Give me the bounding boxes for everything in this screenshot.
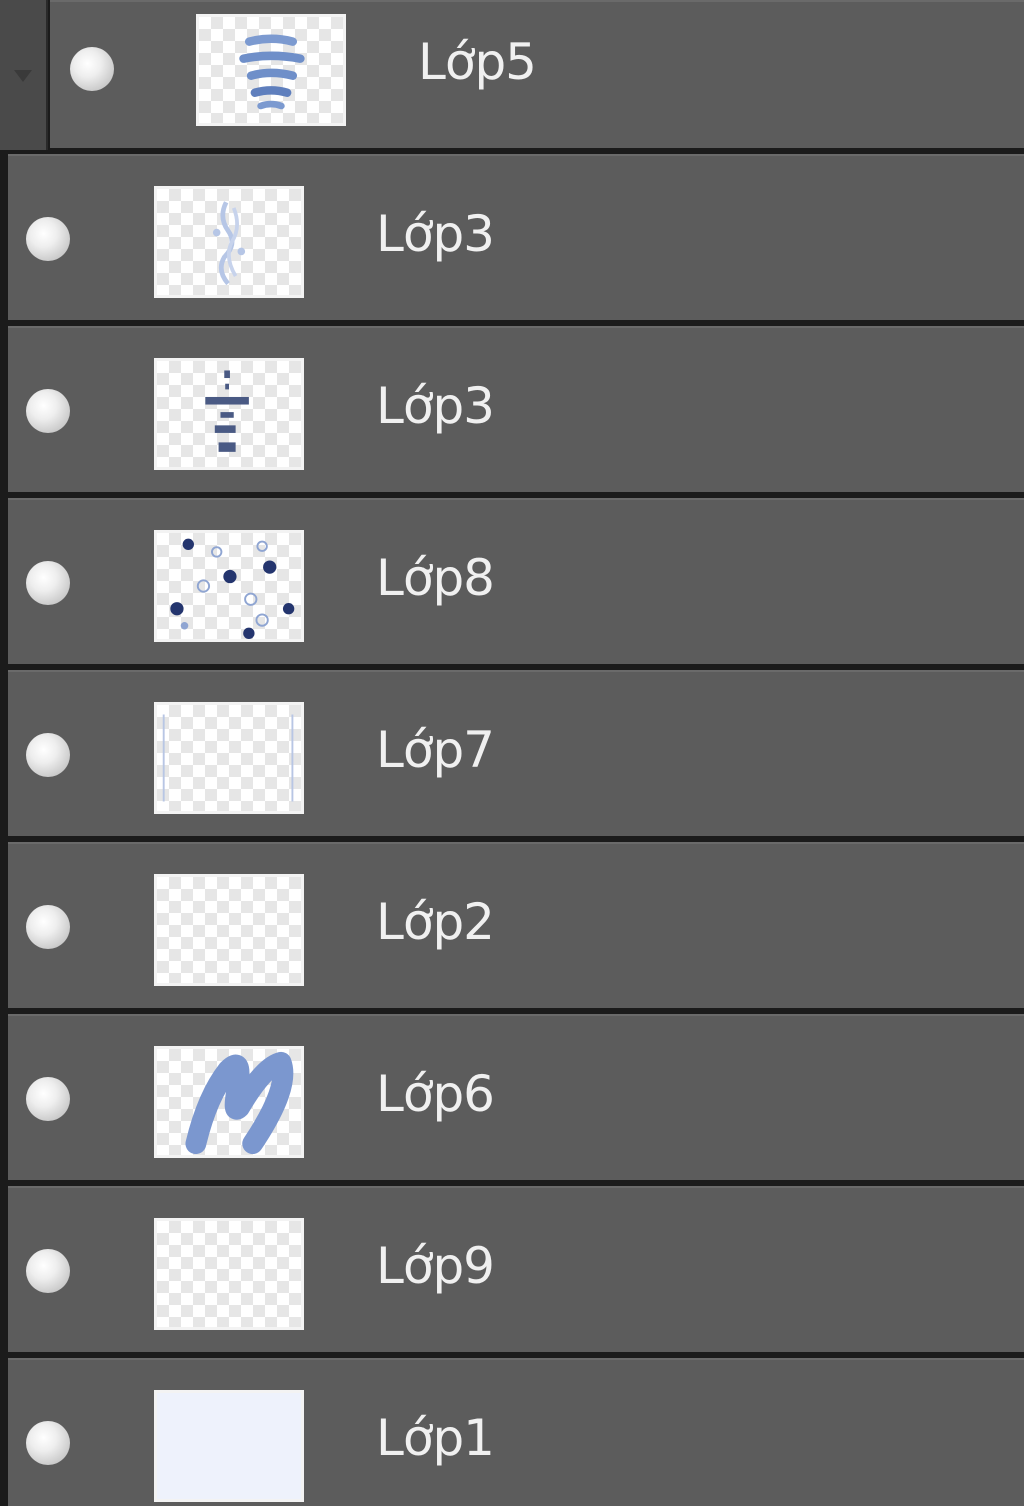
layer-row-lop3[interactable]: Lớp3 [8,154,1024,320]
layer-name[interactable]: Lớp8 [376,548,495,608]
layer-thumbnail [154,186,304,298]
layer-name[interactable]: Lớp5 [418,32,537,92]
visibility-eye-icon[interactable] [70,47,114,91]
layer-thumbnail [154,702,304,814]
collapse-arrow-icon[interactable] [14,70,32,82]
layer-row-lop3-b[interactable]: Lớp3 [8,326,1024,492]
visibility-eye-icon[interactable] [26,389,70,433]
blue-n-stroke-thumb [185,1051,294,1155]
layer-name[interactable]: Lớp9 [376,1236,495,1296]
stacked-blue-strokes-thumb [239,34,305,110]
visibility-eye-icon[interactable] [26,1421,70,1465]
visibility-eye-icon[interactable] [26,1249,70,1293]
layer-name[interactable]: Lớp2 [376,892,495,952]
layer-thumbnail [196,14,346,126]
layer-name[interactable]: Lớp3 [376,376,495,436]
layer-row-lop2[interactable]: Lớp2 [8,842,1024,1008]
layer-row-lop5[interactable]: Lớp5 [50,0,1024,148]
layer-thumbnail [154,1218,304,1330]
layer-name[interactable]: Lớp1 [376,1408,495,1468]
scattered-dots-thumb [170,538,295,639]
visibility-eye-icon[interactable] [26,1077,70,1121]
visibility-eye-icon[interactable] [26,217,70,261]
layer-thumbnail [154,530,304,642]
layer-row-lop1[interactable]: Lớp1 [8,1358,1024,1506]
layer-name[interactable]: Lớp7 [376,720,495,780]
layer-thumbnail [154,874,304,986]
faint-vertical-sketch-thumb [212,201,246,286]
layer-row-lop6[interactable]: Lớp6 [8,1014,1024,1180]
layer-thumbnail [154,358,304,470]
layer-name[interactable]: Lớp3 [376,204,495,264]
faint-side-lines-thumb [162,714,294,802]
layer-thumbnail [154,1390,304,1502]
visibility-eye-icon[interactable] [26,905,70,949]
layers-panel: Lớp5 Lớp3 Lớp3 Lớp8 Lớp7 Lớp2 Lớp6 Lớp9 … [0,0,1024,1506]
layer-name[interactable]: Lớp6 [376,1064,495,1124]
layer-row-lop9[interactable]: Lớp9 [8,1186,1024,1352]
visibility-eye-icon[interactable] [26,733,70,777]
layer-thumbnail [154,1046,304,1158]
visibility-eye-icon[interactable] [26,561,70,605]
layer-row-lop8[interactable]: Lớp8 [8,498,1024,664]
layer-group-indent[interactable] [0,0,48,150]
small-text-column-thumb [205,370,249,452]
layer-row-lop7[interactable]: Lớp7 [8,670,1024,836]
